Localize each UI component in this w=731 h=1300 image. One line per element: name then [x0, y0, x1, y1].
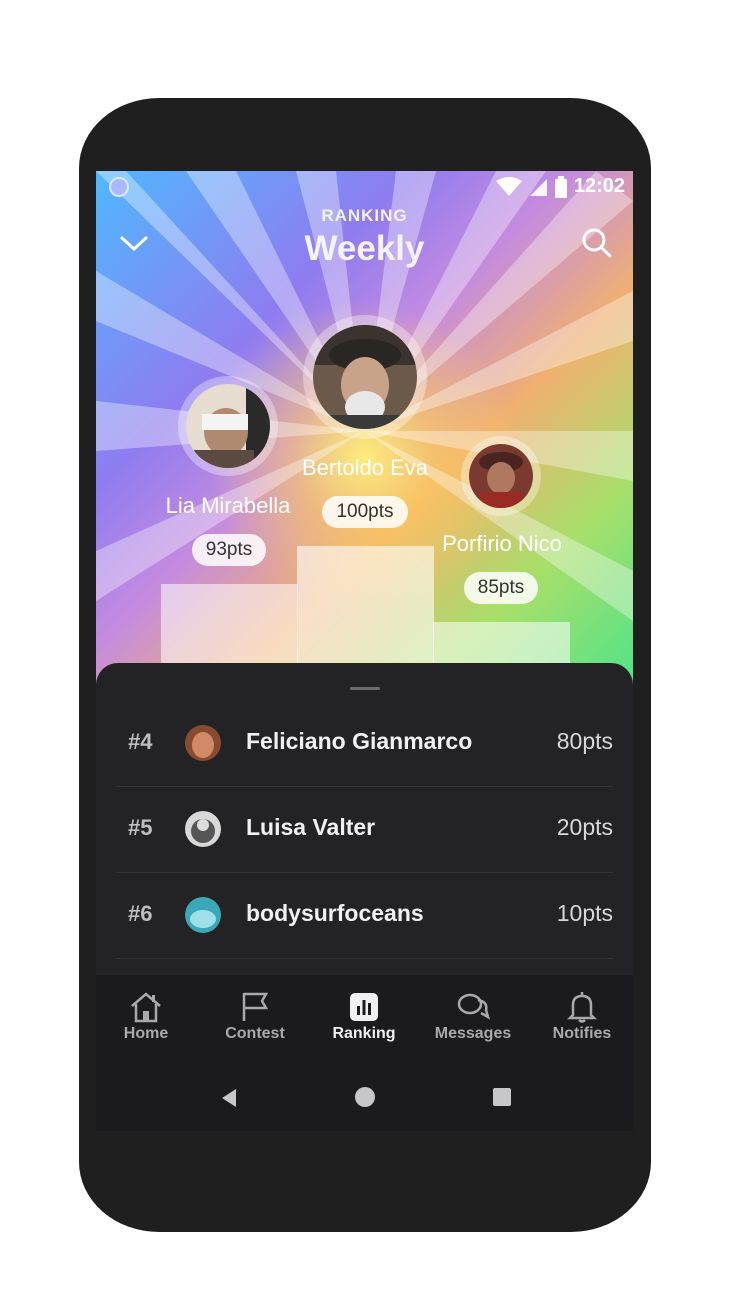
nav-notifies-label: Notifies — [552, 1025, 612, 1042]
third-place-points: 85pts — [464, 572, 538, 604]
second-place-name: Lia Mirabella — [165, 493, 291, 518]
second-place-avatar[interactable] — [178, 376, 278, 476]
user-name: Feliciano Gianmarco — [246, 728, 473, 754]
list-item[interactable]: #5 Luisa Valter 20pts — [116, 787, 613, 873]
flag-icon — [242, 992, 269, 1021]
nav-home[interactable]: Home — [96, 991, 196, 1043]
user-name: bodysurfoceans — [246, 900, 424, 926]
avatar — [313, 325, 417, 429]
app-screen: 12:02 RANKING Weekly Bertoldo Eva 100pts… — [96, 171, 633, 1131]
user-points: 20pts — [556, 814, 613, 840]
sheet-drag-handle[interactable] — [350, 687, 380, 690]
nav-home-label: Home — [123, 1025, 169, 1042]
collapse-button[interactable] — [114, 223, 154, 263]
first-place-name: Bertoldo Eva — [302, 455, 428, 480]
bar-chart-icon — [350, 993, 378, 1021]
search-icon — [582, 228, 612, 258]
first-place-points: 100pts — [322, 496, 408, 528]
first-place-avatar[interactable] — [303, 315, 427, 439]
list-item[interactable]: #6 bodysurfoceans 10pts — [116, 873, 613, 959]
rank-number: #4 — [128, 729, 153, 754]
rank-number: #6 — [128, 901, 153, 926]
user-points: 10pts — [556, 900, 613, 926]
status-bar: 12:02 — [96, 171, 633, 201]
avatar — [185, 811, 221, 847]
nav-messages[interactable]: Messages — [423, 991, 523, 1043]
third-place-avatar[interactable] — [461, 436, 541, 516]
nav-contest[interactable]: Contest — [205, 991, 305, 1043]
rank-number: #5 — [128, 815, 153, 840]
chat-bubbles-icon — [457, 993, 490, 1020]
avatar — [185, 725, 221, 761]
bottom-navigation: Home Contest Ranking Messages Notifies — [96, 975, 633, 1051]
clock: 12:02 — [573, 175, 625, 197]
user-name: Luisa Valter — [246, 814, 376, 840]
signal-icon — [529, 178, 547, 196]
avatar — [469, 444, 533, 508]
wifi-icon — [495, 176, 522, 196]
third-place-name: Porfirio Nico — [442, 531, 562, 556]
second-place-points: 93pts — [192, 534, 266, 566]
ranking-hero: 12:02 RANKING Weekly Bertoldo Eva 100pts… — [96, 171, 633, 697]
chevron-down-icon — [120, 236, 148, 252]
home-icon — [131, 992, 161, 1023]
bell-icon — [567, 992, 597, 1023]
user-points: 80pts — [556, 728, 613, 754]
nav-notifies[interactable]: Notifies — [532, 991, 632, 1043]
nav-ranking-label: Ranking — [332, 1025, 396, 1042]
avatar — [186, 384, 270, 468]
recent-apps-icon[interactable] — [493, 1088, 511, 1106]
ranking-list-sheet: #4 Feliciano Gianmarco 80pts #5 Luisa Va… — [96, 663, 633, 983]
nav-ranking[interactable]: Ranking — [314, 991, 414, 1043]
back-icon[interactable] — [220, 1088, 238, 1108]
home-circle-icon[interactable] — [355, 1087, 375, 1107]
nav-messages-label: Messages — [434, 1025, 512, 1042]
nav-contest-label: Contest — [225, 1025, 285, 1042]
page-title: Weekly — [304, 229, 425, 268]
system-navigation-bar — [96, 1051, 633, 1131]
list-item[interactable]: #4 Feliciano Gianmarco 80pts — [116, 701, 613, 787]
page-subtitle: RANKING — [321, 206, 408, 225]
battery-icon — [554, 175, 567, 198]
avatar — [185, 897, 221, 933]
search-button[interactable] — [577, 223, 617, 263]
notification-dot-icon — [109, 177, 129, 197]
